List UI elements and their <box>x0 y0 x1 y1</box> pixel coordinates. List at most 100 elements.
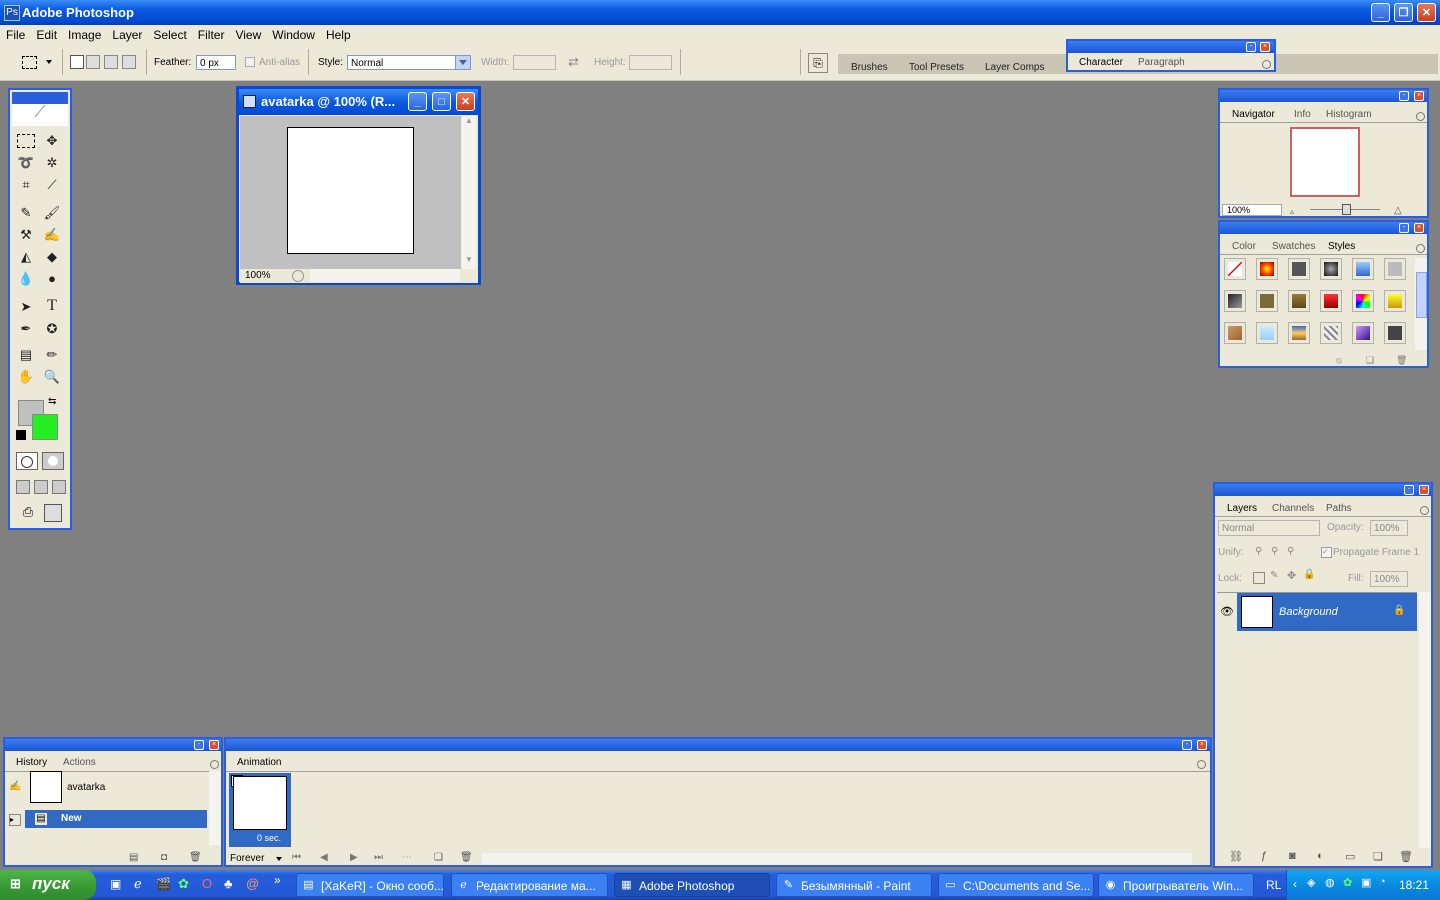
palette-well-tab-tool-presets[interactable]: Tool Presets <box>909 62 964 73</box>
standard-screen-mode-icon[interactable] <box>16 480 30 494</box>
hand-tool-icon[interactable]: ✋ <box>16 368 36 386</box>
tab-styles[interactable]: Styles <box>1328 241 1356 252</box>
styles-scrollbar[interactable] <box>1415 258 1427 350</box>
style-swatch[interactable] <box>1320 290 1342 312</box>
history-state-row[interactable]: ▤ New <box>25 810 207 828</box>
crop-tool-icon[interactable]: ⌗ <box>16 176 36 194</box>
icq-icon[interactable]: ✿ <box>178 876 189 892</box>
propagate-frame-checkbox[interactable]: ✓ <box>1321 547 1332 558</box>
tab-histogram[interactable]: Histogram <box>1326 109 1372 120</box>
anti-alias-checkbox[interactable] <box>245 57 255 67</box>
canvas[interactable] <box>287 127 414 254</box>
style-swatch[interactable] <box>1256 290 1278 312</box>
loop-select[interactable]: Forever <box>230 853 264 864</box>
new-layer-icon[interactable]: ❏ <box>1373 850 1383 863</box>
task-paint[interactable]: ✎ Безымянный - Paint <box>776 873 932 897</box>
mail-icon[interactable]: @ <box>246 876 259 891</box>
task-xaker[interactable]: ▤ [XaKeR] - Окно сооб... <box>296 873 444 897</box>
tab-animation[interactable]: Animation <box>237 757 282 768</box>
menu-filter[interactable]: Filter <box>192 25 230 42</box>
tab-navigator[interactable]: Navigator <box>1232 109 1275 120</box>
expand-quick-launch-icon[interactable]: » <box>274 873 281 887</box>
play-icon[interactable]: ▶ <box>350 852 358 863</box>
path-selection-tool-icon[interactable]: ➤ <box>16 298 36 316</box>
task-editing[interactable]: ℯ Редактирование ма... <box>451 873 608 897</box>
full-screen-mode-icon[interactable] <box>52 480 66 494</box>
zoom-in-icon[interactable]: △ <box>1394 205 1402 216</box>
new-style-icon[interactable]: ❏ <box>1366 355 1374 366</box>
marquee-tool-icon[interactable] <box>17 134 35 148</box>
palette-title-bar[interactable]: - × <box>226 739 1210 751</box>
minimize-palette-icon[interactable]: - <box>1182 740 1192 750</box>
style-swatch[interactable] <box>1256 258 1278 280</box>
scrollbar-thumb[interactable] <box>1416 272 1427 318</box>
style-swatch[interactable] <box>1384 322 1406 344</box>
palette-title-bar[interactable]: - × <box>1220 90 1427 102</box>
unify-style-icon[interactable]: ⚲ <box>1287 546 1294 557</box>
next-frame-icon[interactable]: ⏭ <box>374 852 383 863</box>
frame-delay[interactable]: 0 sec. <box>257 833 281 843</box>
tray-network-icon[interactable]: ▣ <box>1361 876 1371 889</box>
eye-visibility-icon[interactable]: 👁 <box>1217 593 1237 631</box>
scroll-up-icon[interactable]: ▲ <box>462 116 476 130</box>
background-color-swatch[interactable] <box>32 414 58 440</box>
document-maximize-button[interactable]: □ <box>432 92 451 111</box>
tab-history[interactable]: History <box>16 757 48 768</box>
blend-mode-select[interactable]: Normal <box>1218 520 1320 536</box>
blur-tool-icon[interactable]: 💧 <box>16 270 36 288</box>
tween-icon[interactable]: ⋯ <box>402 852 412 863</box>
snapshot-name[interactable]: avatarka <box>67 782 105 793</box>
clone-stamp-tool-icon[interactable]: ⚒ <box>16 226 36 244</box>
animation-frame[interactable]: 1 0 sec. <box>229 773 291 847</box>
palette-title-bar[interactable]: - × <box>1215 484 1431 496</box>
media-icon[interactable]: 🎬 <box>156 877 171 891</box>
feather-input[interactable]: 0 px <box>196 55 236 70</box>
style-swatch[interactable] <box>1288 290 1310 312</box>
photoshop-app-icon[interactable]: Ps <box>4 5 20 21</box>
tab-paths[interactable]: Paths <box>1326 503 1352 514</box>
minimize-palette-icon[interactable]: - <box>1404 485 1414 495</box>
dodge-tool-icon[interactable]: ● <box>42 270 62 288</box>
adjustment-layer-icon[interactable]: ◐ <box>1317 850 1324 862</box>
close-palette-icon[interactable]: × <box>1414 223 1424 233</box>
canvas-area[interactable] <box>240 116 461 269</box>
lock-position-icon[interactable]: ✥ <box>1287 569 1296 582</box>
close-palette-icon[interactable]: × <box>1414 91 1424 101</box>
tab-actions[interactable]: Actions <box>63 757 96 768</box>
palette-menu-icon[interactable] <box>210 760 219 769</box>
tab-paragraph[interactable]: Paragraph <box>1138 57 1185 68</box>
palette-menu-icon[interactable] <box>1420 506 1429 515</box>
menu-edit[interactable]: Edit <box>30 25 62 42</box>
tab-swatches[interactable]: Swatches <box>1272 241 1315 252</box>
navigator-zoom-input[interactable]: 100% <box>1222 204 1282 216</box>
document-minimize-button[interactable]: _ <box>408 92 427 111</box>
delete-layer-icon[interactable]: 🗑 <box>1399 850 1413 863</box>
zoom-tool-icon[interactable]: 🔍 <box>42 368 62 386</box>
tray-expand-icon[interactable]: ‹ <box>1293 877 1297 891</box>
delete-frame-icon[interactable]: 🗑 <box>460 852 473 863</box>
intersect-selection-icon[interactable] <box>122 55 136 69</box>
close-palette-icon[interactable]: × <box>1197 740 1207 750</box>
layer-name[interactable]: Background <box>1279 606 1338 618</box>
brush-tool-icon[interactable]: 🖌 <box>42 204 62 222</box>
new-selection-icon[interactable] <box>70 55 84 69</box>
jump-to-imageready-icon[interactable]: ⎙ <box>16 504 40 522</box>
palette-title-bar[interactable]: - × <box>1220 222 1427 234</box>
tab-character[interactable]: Character <box>1079 57 1123 68</box>
slice-tool-icon[interactable]: ⟋ <box>42 176 62 194</box>
tab-info[interactable]: Info <box>1294 109 1311 120</box>
previous-frame-icon[interactable]: ◀ <box>320 852 328 863</box>
clear-style-icon[interactable]: ⦸ <box>1336 355 1342 366</box>
close-palette-icon[interactable]: × <box>1260 42 1270 52</box>
link-layers-icon[interactable]: ⛓ <box>1229 850 1243 863</box>
unify-position-icon[interactable]: ⚲ <box>1255 546 1262 557</box>
palette-menu-icon[interactable] <box>1197 760 1206 769</box>
lock-pixels-icon[interactable]: ✎ <box>1270 570 1278 581</box>
snapshot-thumbnail[interactable] <box>30 771 62 803</box>
eyedropper-tool-icon[interactable]: ✏ <box>42 346 62 364</box>
tool-preset-picker[interactable] <box>20 55 52 71</box>
imageready-icon[interactable] <box>44 504 62 522</box>
tab-layers[interactable]: Layers <box>1227 503 1258 514</box>
delete-state-icon[interactable]: 🗑 <box>189 852 202 863</box>
add-mask-icon[interactable]: ◙ <box>1289 850 1296 862</box>
